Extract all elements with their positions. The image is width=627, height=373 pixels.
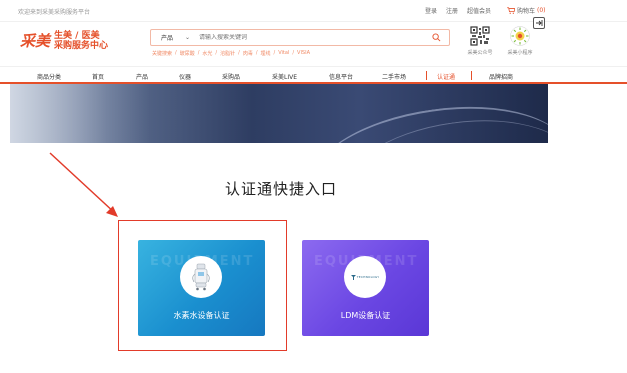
- water-machine-icon: [192, 263, 210, 291]
- hot-keyword[interactable]: 水光: [202, 50, 212, 57]
- logo-mark: 采美: [20, 32, 51, 50]
- nav-item-second-hand[interactable]: 二手市场: [382, 72, 406, 81]
- qr-label: 采美小程序: [507, 50, 533, 56]
- section-title: 认证通快捷入口: [224, 180, 337, 198]
- nav-item-certification[interactable]: 认证通: [437, 72, 455, 81]
- header: 采美 生美 / 医美 采购服务中心 产品 ⌄ 关键搜索/ 玻尿酸/ 水光/ 溶脂…: [0, 22, 627, 66]
- vip-link[interactable]: 超值会员: [467, 6, 491, 15]
- card-logo: [180, 256, 222, 298]
- card-label: 水素水设备认证: [173, 311, 230, 320]
- card-label: LDM设备认证: [340, 311, 391, 320]
- ldm-equipment-cert-card[interactable]: EQUIPMENT TECHNOLOGY LDM设备认证: [302, 240, 429, 336]
- nav-item-live[interactable]: 采美LIVE: [272, 72, 297, 81]
- chevron-down-icon[interactable]: ⌄: [185, 34, 199, 41]
- hot-keyword[interactable]: 玻尿酸: [180, 50, 195, 57]
- nav-item-brand-recruit[interactable]: 品牌招商: [489, 72, 513, 81]
- hot-keyword[interactable]: 溶脂针: [220, 50, 235, 57]
- hot-keywords: 关键搜索 / 玻尿酸 / 水光 / 溶脂针 / 肉毒 / 埋线 / Vital / VISIA: [152, 50, 310, 57]
- hero-banner: [10, 84, 548, 143]
- card-logo: TECHNOLOGY: [344, 256, 386, 298]
- logo-line-2: 采购服务中心: [54, 40, 109, 51]
- search-category-select[interactable]: 产品: [151, 33, 185, 42]
- hot-keyword[interactable]: VISIA: [297, 50, 310, 57]
- brand-mark-icon: [350, 274, 356, 280]
- login-link[interactable]: 登录: [425, 6, 437, 15]
- water-equipment-cert-card[interactable]: EQUIPMENT 水素水设备认证: [138, 240, 265, 336]
- nav-item-info-platform[interactable]: 信息平台: [329, 72, 353, 81]
- qr-official-account[interactable]: 采美公众号: [466, 26, 494, 56]
- search-icon[interactable]: [432, 33, 441, 42]
- main-nav: 商品分类 首页 产品 仪器 采购品 采美LIVE 信息平台 二手市场 认证通 品…: [0, 66, 627, 84]
- hot-keyword[interactable]: 关键搜索: [152, 50, 172, 57]
- nav-divider: [471, 71, 472, 80]
- nav-item-home[interactable]: 首页: [92, 72, 104, 81]
- account-links: 登录 注册 超值会员: [425, 6, 515, 15]
- nav-item-products[interactable]: 产品: [136, 72, 148, 81]
- search-bar: 产品 ⌄: [150, 29, 450, 46]
- cart-count: (0): [537, 7, 546, 14]
- hot-keyword[interactable]: Vital: [278, 50, 289, 57]
- mini-program-code-icon: [510, 26, 530, 46]
- register-link[interactable]: 注册: [446, 6, 458, 15]
- hot-keyword[interactable]: 肉毒: [243, 50, 253, 57]
- welcome-text: 欢迎来到采美采购服务平台: [18, 9, 91, 16]
- qr-code-icon: [470, 26, 490, 46]
- cart-link[interactable]: 购物车 (0): [507, 6, 546, 15]
- hot-keyword[interactable]: 埋线: [261, 50, 271, 57]
- ldm-brand-logo: TECHNOLOGY: [350, 274, 380, 280]
- qr-label: 采美公众号: [467, 50, 493, 56]
- nav-divider: [426, 71, 427, 80]
- search-input[interactable]: [199, 34, 419, 41]
- cart-label: 购物车: [517, 8, 536, 15]
- cart-icon: [507, 7, 515, 14]
- site-logo[interactable]: 采美 生美 / 医美 采购服务中心: [20, 30, 108, 51]
- qr-mini-program[interactable]: 采美小程序: [506, 26, 534, 56]
- nav-item-categories[interactable]: 商品分类: [37, 72, 61, 81]
- brand-logo-text: TECHNOLOGY: [356, 275, 380, 279]
- nav-item-instruments[interactable]: 仪器: [179, 72, 191, 81]
- logo-line-1: 生美 / 医美: [54, 30, 100, 41]
- nav-item-purchase[interactable]: 采购品: [222, 72, 240, 81]
